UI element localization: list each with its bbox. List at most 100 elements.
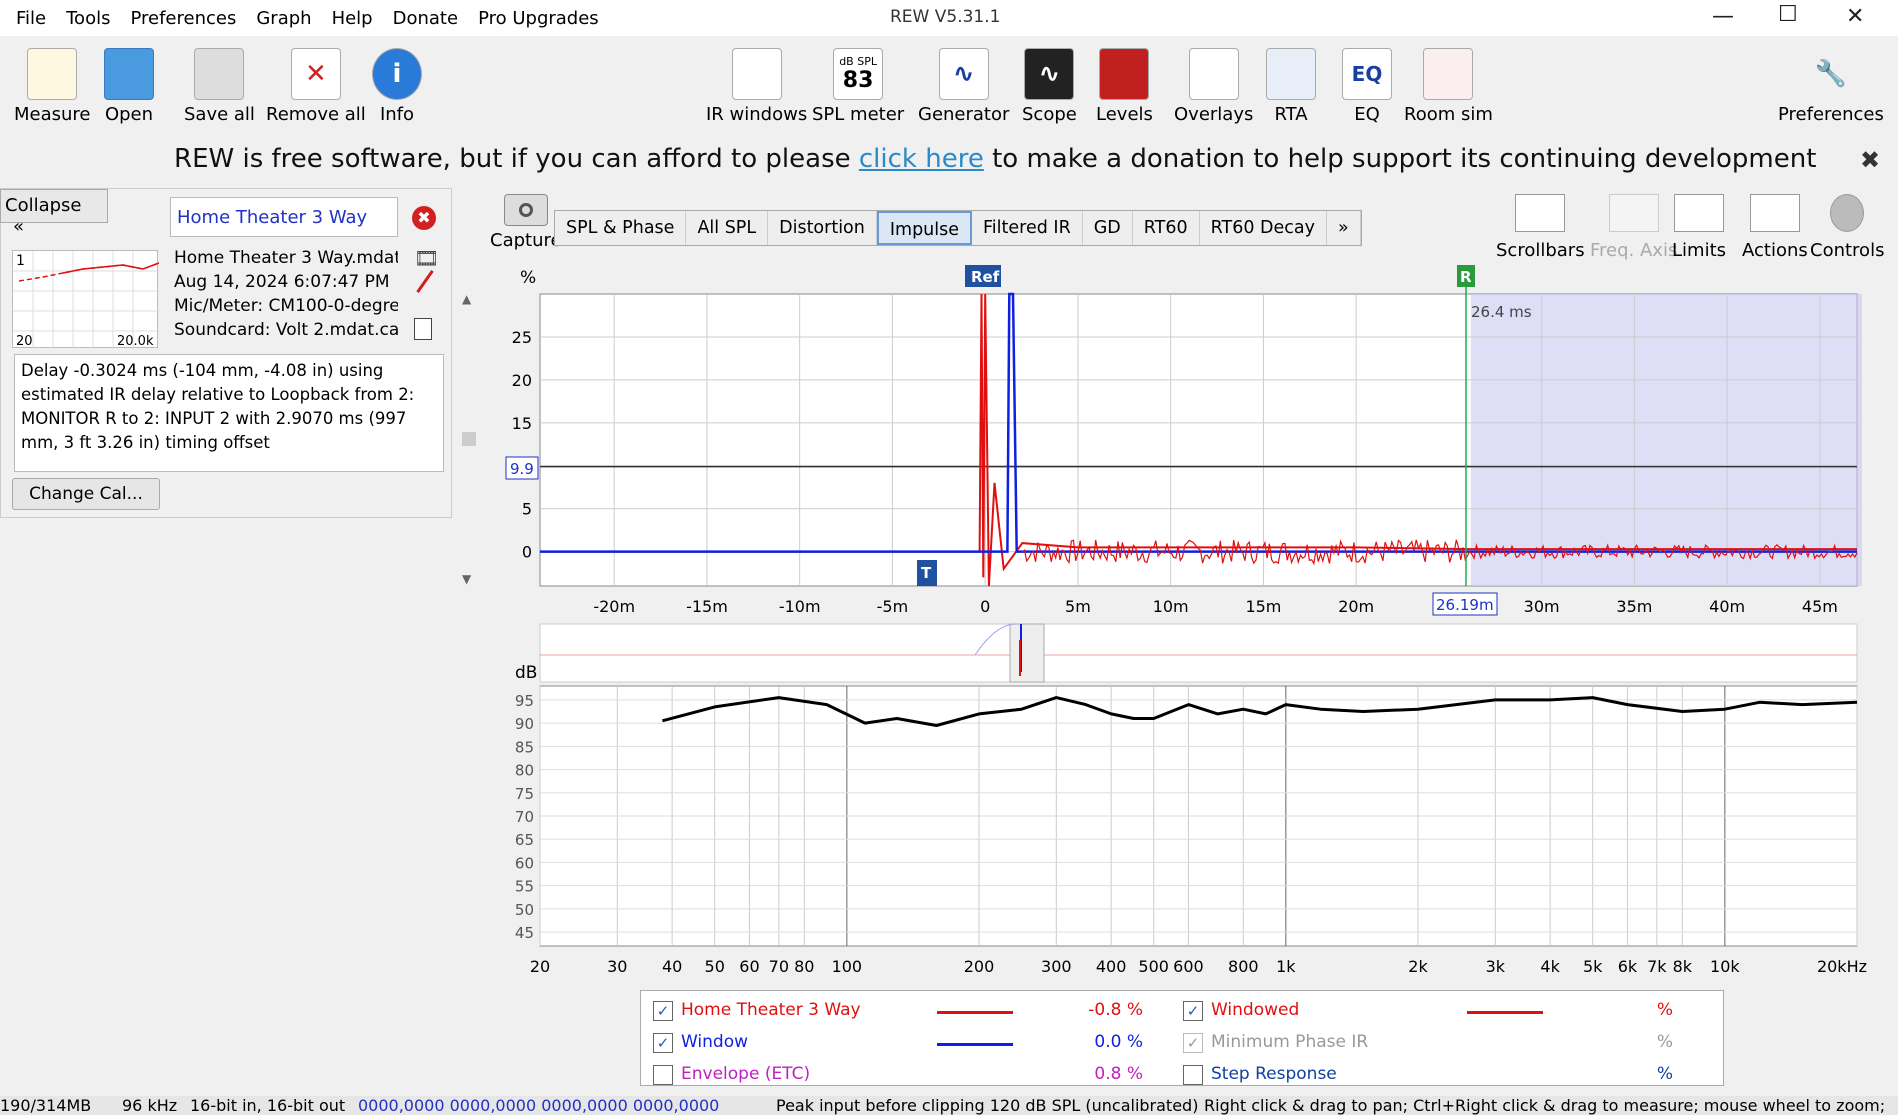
impulse-x-tick: 0 — [980, 597, 990, 616]
legend-item: Step Response% — [1183, 1063, 1703, 1089]
spl-x-tick: 600 — [1173, 957, 1204, 976]
status-bar: 190/314MB 96 kHz 16-bit in, 16-bit out 0… — [0, 1096, 1898, 1115]
legend-item: ✓ Windowed% — [1183, 999, 1703, 1025]
spl-x-tick: 40 — [662, 957, 682, 976]
legend-label: Window — [681, 1032, 749, 1052]
legend-label: Step Response — [1211, 1064, 1337, 1084]
ref-label: Ref — [971, 268, 1000, 286]
spl-x-tick: 30 — [607, 957, 627, 976]
spl-y-tick: 85 — [515, 738, 534, 756]
impulse-x-tick: -15m — [686, 597, 728, 616]
impulse-y-tick: 15 — [512, 414, 532, 433]
y-marker-value: 9.9 — [510, 460, 534, 478]
spl-y-tick: 75 — [515, 785, 534, 803]
graph-area[interactable]: % 2520151050 -20m-15m-10m-5m05m10m15m20m… — [0, 0, 1898, 1000]
legend-checkbox[interactable] — [653, 1065, 673, 1085]
impulse-x-tick: 45m — [1802, 597, 1838, 616]
spl-x-tick: 500 — [1138, 957, 1169, 976]
legend-label: Windowed — [1211, 1000, 1300, 1020]
status-peak: Peak input before clipping 120 dB SPL (u… — [776, 1096, 1199, 1115]
status-rate: 96 kHz — [122, 1096, 178, 1115]
legend-item: ✓ Window 0.0 % — [653, 1031, 1173, 1057]
t-label: T — [921, 564, 932, 582]
legend-value: -0.8 % — [1088, 1000, 1143, 1020]
spl-x-tick: 6k — [1618, 957, 1638, 976]
status-levels: 0000,0000 0000,0000 0000,0000 0000,0000 — [358, 1096, 720, 1115]
impulse-y-tick: 25 — [512, 328, 532, 347]
legend-swatch — [1467, 1011, 1543, 1014]
impulse-x-tick: 35m — [1616, 597, 1652, 616]
spl-x-tick: 200 — [964, 957, 995, 976]
impulse-x-tick: 20m — [1338, 597, 1374, 616]
spl-x-tick: 300 — [1041, 957, 1072, 976]
legend-item: Envelope (ETC) 0.8 % — [653, 1063, 1173, 1089]
spl-y-tick: 45 — [515, 924, 534, 942]
legend-value: 0.8 % — [1094, 1064, 1143, 1084]
legend-checkbox[interactable]: ✓ — [1183, 1001, 1203, 1021]
legend-swatch — [937, 1011, 1013, 1014]
spl-x-tick: 20kHz — [1817, 957, 1867, 976]
legend-checkbox[interactable] — [1183, 1065, 1203, 1085]
spl-x-tick: 80 — [794, 957, 814, 976]
x-marker-value: 26.19m — [1436, 596, 1494, 614]
spl-x-tick: 4k — [1540, 957, 1560, 976]
legend-item: ✓ Home Theater 3 Way -0.8 % — [653, 999, 1173, 1025]
spl-x-tick: 7k — [1647, 957, 1667, 976]
impulse-x-tick: 30m — [1524, 597, 1560, 616]
spl-x-tick: 10k — [1710, 957, 1740, 976]
legend-panel: ✓ Home Theater 3 Way -0.8 % ✓ Window 0.0 % Env… — [640, 990, 1724, 1086]
spl-x-tick: 8k — [1673, 957, 1693, 976]
impulse-x-tick: 15m — [1245, 597, 1281, 616]
legend-label: Envelope (ETC) — [681, 1064, 811, 1084]
impulse-x-tick: -20m — [593, 597, 635, 616]
spl-y-tick: 80 — [515, 762, 534, 780]
spl-y-tick: 90 — [515, 715, 534, 733]
spl-x-tick: 2k — [1408, 957, 1428, 976]
impulse-y-label: % — [520, 268, 536, 288]
legend-label: Minimum Phase IR — [1211, 1032, 1369, 1052]
spl-y-tick: 60 — [515, 854, 534, 872]
impulse-y-tick: 5 — [522, 500, 532, 519]
spl-x-tick: 800 — [1228, 957, 1259, 976]
window-region — [1470, 294, 1862, 586]
spl-y-tick: 50 — [515, 901, 534, 919]
spl-x-tick: 400 — [1096, 957, 1127, 976]
spl-x-tick: 70 — [769, 957, 789, 976]
spl-x-tick: 5k — [1583, 957, 1603, 976]
spl-x-tick: 100 — [832, 957, 863, 976]
spl-y-tick: 70 — [515, 808, 534, 826]
r-label: R — [1460, 268, 1472, 286]
legend-swatch — [937, 1043, 1013, 1046]
legend-value: 0.0 % — [1094, 1032, 1143, 1052]
spl-x-tick: 50 — [705, 957, 725, 976]
impulse-y-tick: 20 — [512, 371, 532, 390]
spl-x-tick: 20 — [530, 957, 550, 976]
spl-x-tick: 1k — [1276, 957, 1296, 976]
spl-y-tick: 95 — [515, 692, 534, 710]
status-bits: 16-bit in, 16-bit out — [190, 1096, 346, 1115]
impulse-x-tick: 10m — [1153, 597, 1189, 616]
spl-x-tick: 60 — [739, 957, 759, 976]
impulse-x-tick: -5m — [877, 597, 909, 616]
overview-window[interactable] — [1009, 623, 1045, 683]
impulse-x-tick: 40m — [1709, 597, 1745, 616]
legend-checkbox[interactable]: ✓ — [653, 1001, 673, 1021]
legend-checkbox[interactable]: ✓ — [653, 1033, 673, 1053]
status-memory: 190/314MB — [0, 1096, 92, 1115]
legend-checkbox[interactable]: ✓ — [1183, 1033, 1203, 1053]
status-hint: Right click & drag to pan; Ctrl+Right cl… — [1204, 1096, 1886, 1115]
legend-value: % — [1656, 1000, 1673, 1020]
window-length-label: 26.4 ms — [1471, 303, 1532, 321]
legend-value: % — [1656, 1032, 1673, 1052]
legend-value: % — [1656, 1064, 1673, 1084]
window-overview[interactable] — [539, 623, 1858, 683]
spl-x-tick: 3k — [1486, 957, 1506, 976]
impulse-x-tick: -10m — [779, 597, 821, 616]
legend-item: ✓ Minimum Phase IR% — [1183, 1031, 1703, 1057]
legend-label: Home Theater 3 Way — [681, 1000, 861, 1020]
impulse-y-tick: 0 — [522, 543, 532, 562]
impulse-x-tick: 5m — [1065, 597, 1091, 616]
spl-y-tick: 65 — [515, 831, 534, 849]
spl-y-tick: 55 — [515, 878, 534, 896]
spl-y-label: dB — [515, 663, 537, 683]
